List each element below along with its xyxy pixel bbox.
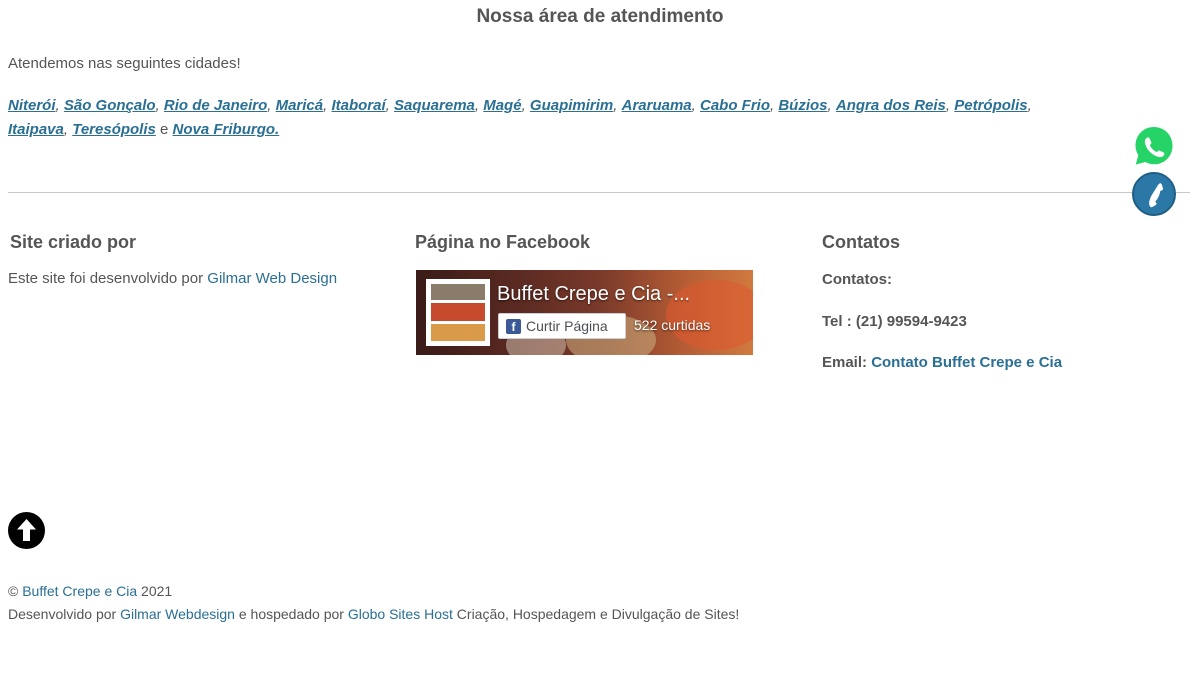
email-line: Email: Contato Buffet Crepe e Cia xyxy=(822,354,1062,371)
city-separator: , xyxy=(827,97,836,114)
area-intro: Atendemos nas seguintes cidades! xyxy=(8,55,241,72)
city-link[interactable]: São Gonçalo xyxy=(64,97,156,114)
facebook-page-avatar[interactable] xyxy=(426,279,490,346)
facebook-page-widget[interactable]: Buffet Crepe e Cia -... f Curtir Página … xyxy=(416,270,753,355)
host-prefix: e hospedado por xyxy=(238,606,344,622)
city-link[interactable]: Maricá xyxy=(276,97,324,114)
city-separator: , xyxy=(691,97,700,114)
developer-prefix: Desenvolvido por xyxy=(8,606,117,622)
city-separator: , xyxy=(613,97,622,114)
city-link[interactable]: Itaboraí xyxy=(331,97,385,114)
site-credit-text: Este site foi desenvolvido por Gilmar We… xyxy=(8,270,337,287)
gilmar-web-design-link[interactable]: Gilmar Web Design xyxy=(207,270,337,287)
city-link[interactable]: Itaipava xyxy=(8,121,64,138)
city-link[interactable]: Petrópolis xyxy=(954,97,1027,114)
copyright-year: 2021 xyxy=(141,583,173,599)
city-link[interactable]: Angra dos Reis xyxy=(836,97,946,114)
facebook-like-label: Curtir Página xyxy=(526,318,608,334)
city-link[interactable]: Guapimirim xyxy=(530,97,613,114)
city-link[interactable]: Araruama xyxy=(622,97,692,114)
city-separator: , xyxy=(267,97,276,114)
city-link[interactable]: Teresópolis xyxy=(72,121,156,138)
city-link[interactable]: Búzios xyxy=(778,97,827,114)
globo-sites-host-link[interactable]: Globo Sites Host xyxy=(348,606,453,622)
city-link[interactable]: Niterói xyxy=(8,97,56,114)
site-criado-heading: Site criado por xyxy=(10,232,137,252)
email-contact-link[interactable]: Contato Buffet Crepe e Cia xyxy=(871,354,1062,371)
site-home-link[interactable]: Buffet Crepe e Cia xyxy=(22,583,137,599)
contatos-heading: Contatos xyxy=(822,232,900,252)
facebook-like-button[interactable]: f Curtir Página xyxy=(498,313,626,339)
city-separator: , xyxy=(55,97,64,114)
tel-text: Tel : (21) 99594-9423 xyxy=(822,313,967,330)
city-link[interactable]: Cabo Frio xyxy=(700,97,770,114)
phone-icon xyxy=(1149,183,1164,208)
host-suffix: Criação, Hospedagem e Divulgação de Site… xyxy=(456,606,740,622)
city-link[interactable]: Saquarema xyxy=(394,97,475,114)
city-separator: , xyxy=(474,97,484,114)
arrow-up-icon xyxy=(17,519,36,541)
email-label: Email: xyxy=(822,354,868,371)
city-separator: , xyxy=(521,97,530,114)
city-link[interactable]: Magé xyxy=(483,97,521,114)
city-separator: , xyxy=(945,97,955,114)
developer-line: Desenvolvido por Gilmar Webdesign e hosp… xyxy=(8,606,739,622)
facebook-heading: Página no Facebook xyxy=(415,232,591,252)
whatsapp-button[interactable] xyxy=(1132,124,1176,168)
city-separator: , xyxy=(155,97,164,114)
city-separator: , xyxy=(1027,97,1032,114)
facebook-page-name[interactable]: Buffet Crepe e Cia -... xyxy=(497,283,690,306)
copyright-line: © Buffet Crepe e Cia 2021 xyxy=(8,583,172,599)
area-title: Nossa área de atendimento xyxy=(476,6,724,27)
scroll-top-button[interactable] xyxy=(8,512,45,549)
phone-button[interactable] xyxy=(1132,172,1176,216)
copyright-symbol: © xyxy=(8,583,19,599)
site-credit-label: Este site foi desenvolvido por xyxy=(8,270,204,287)
facebook-icon: f xyxy=(506,318,521,334)
gilmar-webdesign-link[interactable]: Gilmar Webdesign xyxy=(120,606,235,622)
cities-list: Niterói, São Gonçalo, Rio de Janeiro, Ma… xyxy=(8,94,1128,142)
city-link-nova-friburgo[interactable]: Nova Friburgo. xyxy=(173,121,280,138)
and-word: e xyxy=(160,121,169,138)
cities-line-2: Itaipava, Teresópolis xyxy=(8,121,156,138)
city-link[interactable]: Rio de Janeiro xyxy=(164,97,267,114)
divider xyxy=(8,192,1190,193)
contatos-label: Contatos: xyxy=(822,271,892,288)
city-separator: , xyxy=(63,121,73,138)
cities-line-1: Niterói, São Gonçalo, Rio de Janeiro, Ma… xyxy=(8,97,1032,114)
facebook-like-count: 522 curtidas xyxy=(634,317,711,333)
city-separator: , xyxy=(385,97,394,114)
whatsapp-icon xyxy=(1135,127,1173,165)
